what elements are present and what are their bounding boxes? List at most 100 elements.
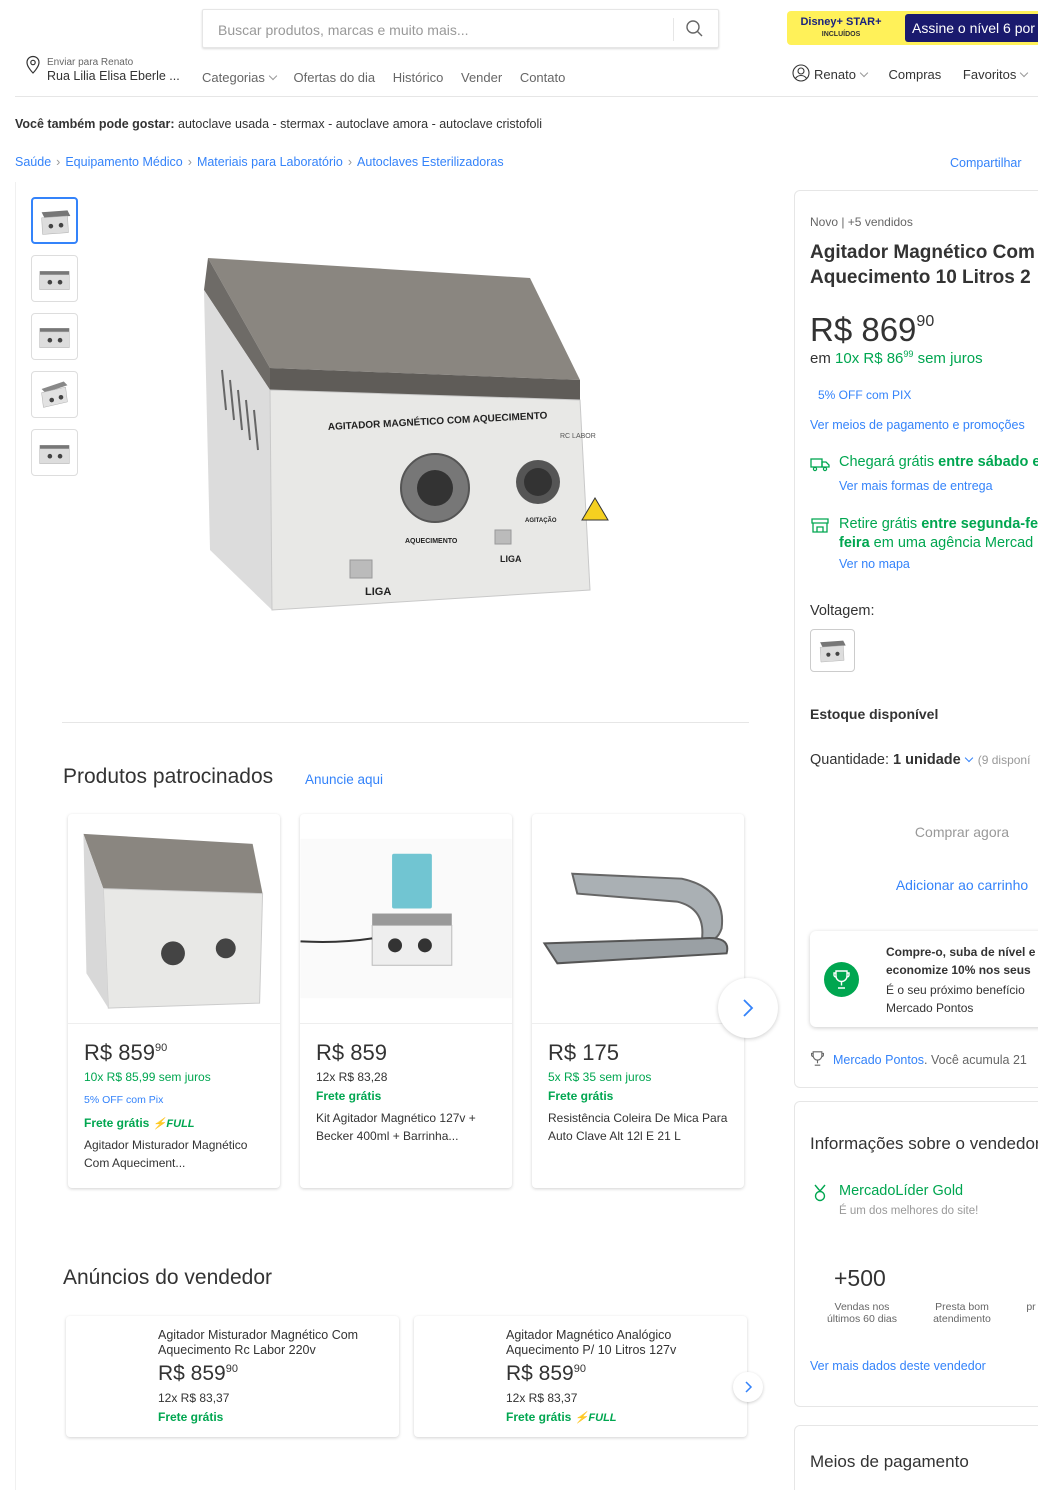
card-price: R$ 859 (316, 1040, 387, 1065)
map-link[interactable]: Ver no mapa (839, 557, 910, 571)
purchases-link[interactable]: Compras (889, 67, 942, 82)
breadcrumb-equipamento[interactable]: Equipamento Médico (65, 155, 182, 169)
nav-contato[interactable]: Contato (520, 70, 566, 85)
card-shipping: Frete grátis (316, 1089, 382, 1103)
location-address: Rua Lilia Elisa Eberle ... (47, 69, 180, 83)
full-badge-icon: ⚡FULL (152, 1118, 195, 1130)
location-pin-icon (26, 55, 40, 74)
content-border (15, 182, 16, 1490)
sponsored-card[interactable]: R$ 85990 10x R$ 85,99 sem juros 5% OFF c… (68, 814, 280, 1188)
also-like-terms[interactable]: autoclave usada - stermax - autoclave am… (175, 117, 542, 131)
ad-shipping: Frete grátis ⚡FULL (506, 1410, 617, 1424)
medal-icon (814, 1184, 826, 1202)
product-installments: em 10x R$ 8699 sem juros (810, 349, 983, 367)
breadcrumb-materiais[interactable]: Materiais para Laboratório (197, 155, 343, 169)
more-seller-data-link[interactable]: Ver mais dados deste vendedor (810, 1359, 986, 1373)
chevron-right-icon (745, 1381, 753, 1393)
share-link[interactable]: Compartilhar (950, 156, 1022, 170)
promo-subscribe-button[interactable]: Assine o nível 6 por (905, 14, 1038, 42)
aquecimento-label: AQUECIMENTO (405, 538, 458, 545)
product-thumbnail (41, 210, 71, 235)
level-up-text: É o seu próximo benefício Mercado Pontos (886, 983, 1025, 1015)
chevron-down-icon (859, 68, 869, 78)
sponsored-card[interactable]: R$ 175 5x R$ 35 sem juros Frete grátis R… (532, 814, 744, 1188)
quantity-selector[interactable]: Quantidade: 1 unidade (9 disponí (810, 752, 1030, 768)
advertise-link[interactable]: Anuncie aqui (305, 772, 383, 787)
location-label: Enviar para Renato (47, 57, 134, 68)
search-input[interactable]: Buscar produtos, marcas e muito mais... (218, 22, 469, 38)
more-shipping-link[interactable]: Ver mais formas de entrega (839, 479, 993, 493)
disney-promo-banner[interactable]: Disney+ STAR+ INCLUÍDOS Assine o nível 6… (787, 11, 1038, 45)
chevron-down-icon (268, 71, 278, 81)
voltage-thumbnail (819, 640, 846, 663)
ad-price: R$ 85990 (506, 1362, 586, 1385)
level-up-promo[interactable]: Compre-o, suba de nível e economize 10% n… (810, 931, 1038, 1027)
nav-categorias[interactable]: Categorias (202, 70, 278, 85)
also-like-bar: Você também pode gostar: autoclave usada… (15, 117, 543, 131)
stat-third: pr (1026, 1301, 1036, 1313)
card-price: R$ 175 (548, 1040, 619, 1065)
seller-ad-card[interactable]: Agitador Magnético Analógico Aquecimento… (414, 1316, 747, 1437)
carousel-next-button[interactable] (718, 978, 778, 1038)
gallery-thumb-3[interactable] (31, 313, 78, 360)
card-title: Kit Agitador Magnético 127v + Becker 400… (316, 1111, 476, 1143)
user-icon (792, 64, 810, 82)
product-thumbnail (41, 381, 68, 408)
pickup-info: Retire grátis entre segunda-fe feira em u… (839, 516, 1038, 551)
ads-next-button[interactable] (733, 1372, 763, 1402)
breadcrumb-autoclaves[interactable]: Autoclaves Esterilizadoras (357, 155, 504, 169)
liga-label: LIGA (365, 586, 391, 598)
voltage-option[interactable] (810, 629, 855, 672)
card-installments: 10x R$ 85,99 sem juros (84, 1070, 211, 1084)
card-price: R$ 85990 (84, 1040, 168, 1065)
nav-vender[interactable]: Vender (461, 70, 502, 85)
seller-ad-card[interactable]: Agitador Misturador Magnético Com Aqueci… (66, 1316, 399, 1437)
search-icon[interactable] (684, 18, 706, 40)
card-shipping: Frete grátis ⚡FULL (84, 1116, 195, 1130)
store-icon (811, 518, 829, 533)
buy-now-button[interactable]: Comprar agora (862, 824, 1038, 840)
mercadolider-desc: É um dos melhores do site! (839, 1205, 979, 1217)
gallery-divider (62, 722, 749, 723)
card-installments: 5x R$ 35 sem juros (548, 1070, 652, 1084)
liga-label-2: LIGA (500, 554, 522, 564)
payment-options-link[interactable]: Ver meios de pagamento e promoções (810, 418, 1025, 432)
ad-title: Agitador Misturador Magnético Com Aqueci… (158, 1328, 359, 1357)
ad-title: Agitador Magnético Analógico Aquecimento… (506, 1328, 677, 1357)
chevron-down-icon (1020, 68, 1029, 78)
seller-ads-title: Anúncios do vendedor (63, 1266, 272, 1289)
search-divider (673, 18, 674, 41)
product-thumbnail (39, 445, 70, 464)
breadcrumb-saude[interactable]: Saúde (15, 155, 51, 169)
product-thumbnail (39, 271, 70, 290)
gallery-thumb-2[interactable] (31, 255, 78, 302)
gallery-thumb-4[interactable] (31, 371, 78, 418)
payment-methods-title: Meios de pagamento (810, 1452, 969, 1471)
card-pix: 5% OFF com Pix (84, 1094, 164, 1106)
nav-historico[interactable]: Histórico (393, 70, 444, 85)
main-product-image[interactable]: AGITADOR MAGNÉTICO COM AQUECIMENTO RC LA… (200, 250, 640, 670)
voltage-label: Voltagem: (810, 603, 875, 619)
gallery-thumb-1[interactable] (31, 197, 78, 244)
full-badge-icon: ⚡FULL (574, 1412, 617, 1424)
product-title: Agitador Magnético Com Aquecimento 10 Lit… (810, 242, 1035, 288)
product-thumbnail (39, 328, 70, 348)
search-box[interactable]: Buscar produtos, marcas e muito mais... (202, 9, 719, 48)
add-to-cart-button[interactable]: Adicionar ao carrinho (862, 877, 1038, 893)
mercado-pontos-link[interactable]: Mercado Pontos (833, 1053, 924, 1067)
gallery-thumb-5[interactable] (31, 429, 78, 476)
ad-price: R$ 85990 (158, 1362, 238, 1385)
trophy-icon (811, 1051, 824, 1066)
ad-installments: 12x R$ 83,37 (506, 1391, 578, 1405)
sponsored-card[interactable]: R$ 859 12x R$ 83,28 Frete grátis Kit Agi… (300, 814, 512, 1188)
nav-ofertas[interactable]: Ofertas do dia (294, 70, 376, 85)
ad-shipping: Frete grátis (158, 1410, 224, 1424)
stock-status: Estoque disponível (810, 706, 939, 722)
sponsored-product-image (68, 833, 280, 1024)
user-account[interactable]: Renato (792, 64, 869, 82)
disney-star-logo: Disney+ STAR+ INCLUÍDOS (800, 16, 882, 39)
sponsored-title: Produtos patrocinados (63, 765, 274, 788)
favorites-link[interactable]: Favoritos (963, 67, 1029, 82)
stat-service: Presta bom atendimento (933, 1301, 991, 1325)
level-up-title: Compre-o, suba de nível e economize 10% n… (886, 945, 1036, 977)
